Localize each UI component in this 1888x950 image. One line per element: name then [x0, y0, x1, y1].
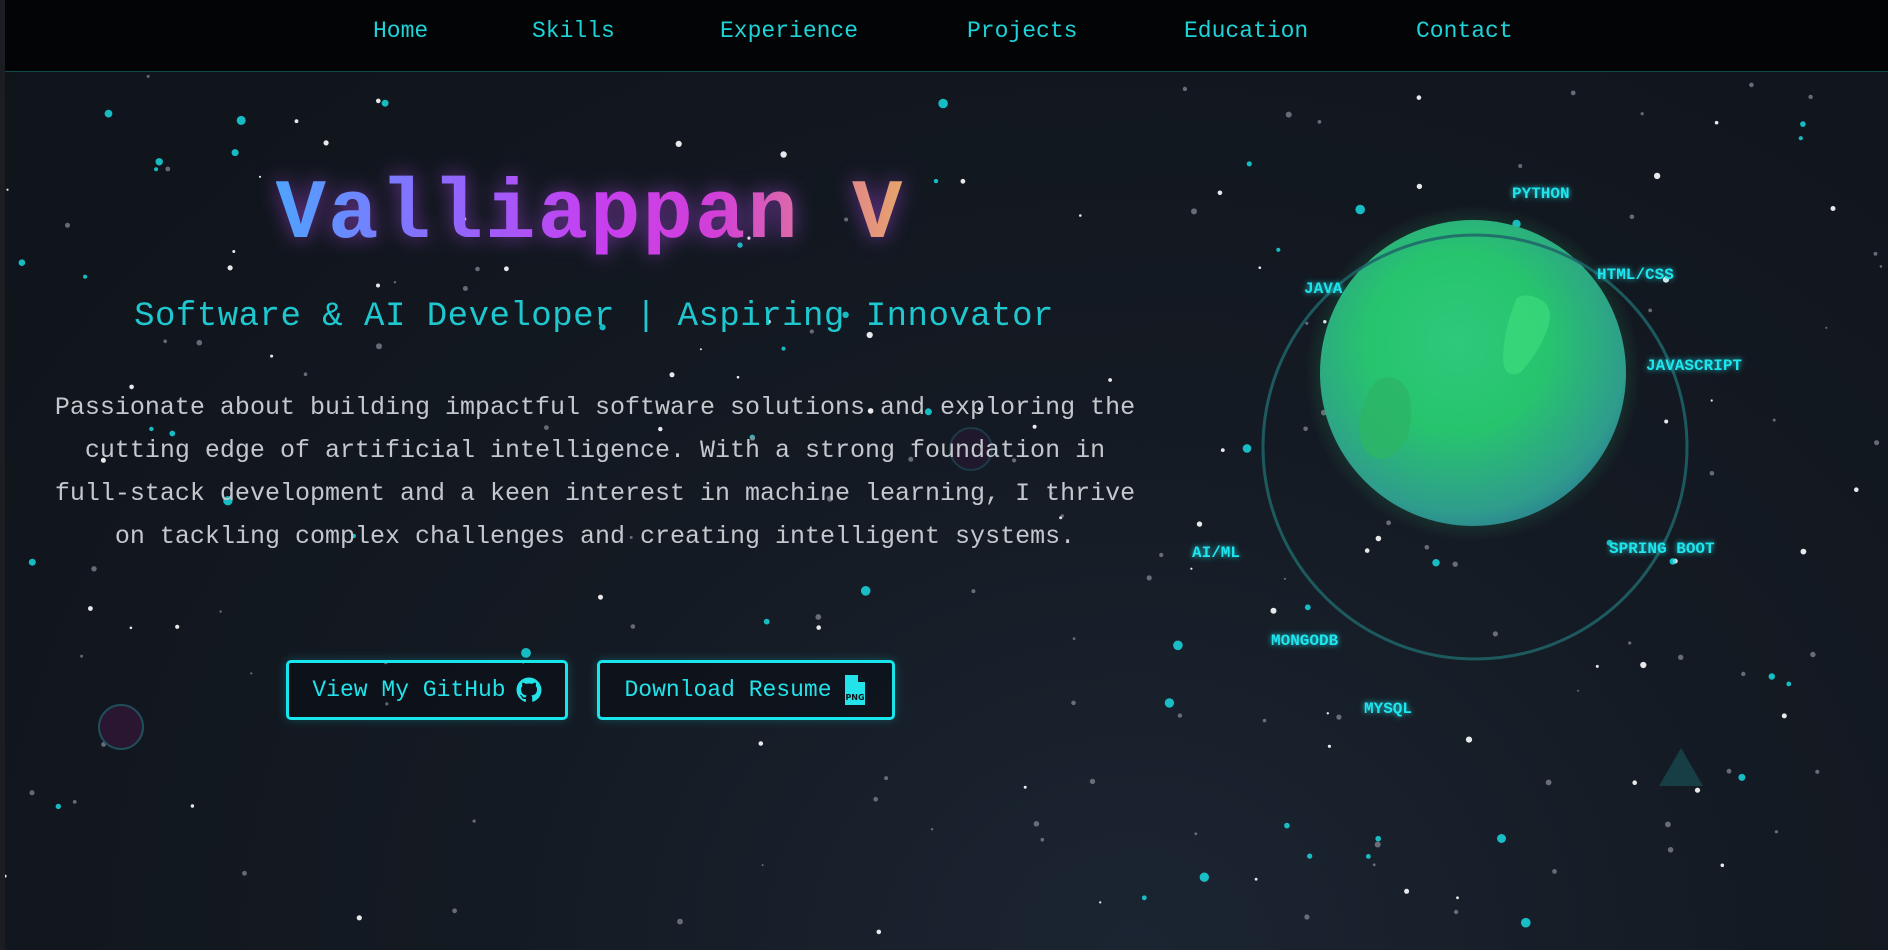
github-button-label: View My GitHub [312, 677, 506, 703]
nav-experience[interactable]: Experience [720, 18, 858, 44]
skill-label: AI/ML [1192, 544, 1241, 562]
skill-label: SPRING BOOT [1609, 540, 1715, 558]
skill-label: HTML/CSS [1597, 266, 1674, 284]
view-github-button[interactable]: View My GitHub [286, 660, 568, 720]
skill-label: MONGODB [1271, 632, 1339, 650]
hero-subtitle: Software & AI Developer | Aspiring Innov… [134, 298, 1054, 336]
skill-label: PYTHON [1512, 185, 1570, 203]
nav-contact[interactable]: Contact [1416, 18, 1513, 44]
skill-label: JAVASCRIPT [1646, 357, 1743, 375]
nav-skills[interactable]: Skills [532, 18, 615, 44]
top-navbar: Home Skills Experience Projects Educatio… [5, 0, 1888, 72]
page-frame: Home Skills Experience Projects Educatio… [5, 0, 1888, 950]
hero-title: Valliappan V [275, 168, 905, 263]
github-icon [516, 677, 542, 702]
nav-home[interactable]: Home [373, 18, 428, 44]
svg-text:PNG: PNG [845, 693, 864, 702]
png-file-icon: PNG [844, 675, 865, 705]
resume-button-label: Download Resume [624, 677, 832, 703]
nav-education[interactable]: Education [1184, 18, 1308, 44]
download-resume-button[interactable]: Download Resume PNG [597, 660, 895, 720]
skill-label: MYSQL [1364, 700, 1413, 718]
hero-description: Passionate about building impactful soft… [54, 393, 1136, 551]
nav-projects[interactable]: Projects [967, 18, 1077, 44]
skill-label: JAVA [1304, 280, 1343, 298]
